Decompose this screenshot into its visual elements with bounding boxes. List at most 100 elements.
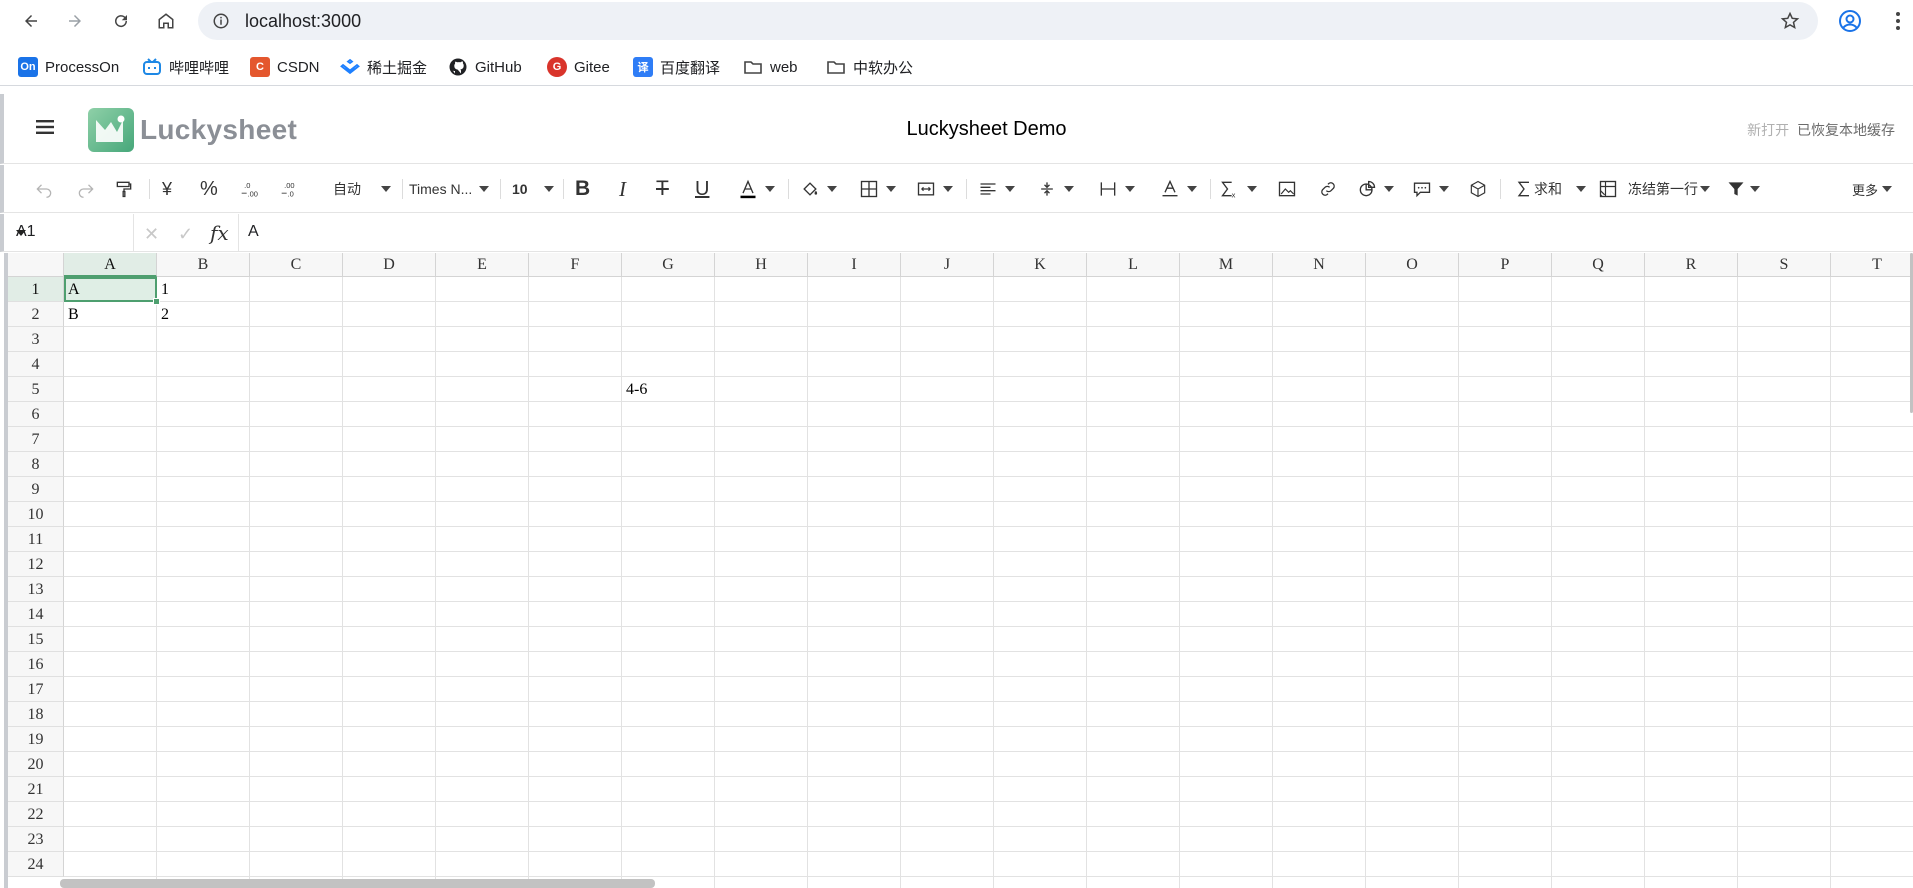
row-header-19[interactable]: 19 (8, 727, 64, 752)
row-header-11[interactable]: 11 (8, 527, 64, 552)
bookmark-folder-web[interactable]: web (743, 56, 798, 78)
row-header-8[interactable]: 8 (8, 452, 64, 477)
select-all-corner[interactable] (8, 253, 64, 277)
column-header-a[interactable]: A (64, 253, 157, 277)
row-header-21[interactable]: 21 (8, 777, 64, 802)
text-rotate-button[interactable] (1160, 177, 1197, 201)
comment-button[interactable] (1412, 177, 1449, 201)
redo-button[interactable] (76, 177, 96, 201)
column-header-k[interactable]: K (994, 253, 1087, 277)
row-header-20[interactable]: 20 (8, 752, 64, 777)
percent-format-button[interactable]: % (200, 177, 218, 201)
more-button[interactable]: 更多 (1852, 177, 1893, 201)
bookmark-processon[interactable]: On ProcessOn (18, 56, 119, 78)
address-bar[interactable]: localhost:3000 (198, 2, 1818, 40)
row-header-16[interactable]: 16 (8, 652, 64, 677)
strikethrough-button[interactable]: T (656, 177, 669, 201)
font-size-dropdown[interactable]: 10 (512, 177, 554, 201)
cell-a2[interactable]: B (64, 302, 79, 327)
font-family-dropdown[interactable]: Times N... (409, 177, 490, 201)
row-header-5[interactable]: 5 (8, 377, 64, 402)
row-header-13[interactable]: 13 (8, 577, 64, 602)
row-header-1[interactable]: 1 (8, 277, 64, 302)
horizontal-scrollbar[interactable] (60, 879, 655, 888)
cell-b2[interactable]: 2 (157, 302, 169, 327)
cancel-edit-icon[interactable]: ✕ (144, 224, 159, 245)
row-header-4[interactable]: 4 (8, 352, 64, 377)
protection-button[interactable] (1468, 177, 1488, 201)
column-header-m[interactable]: M (1180, 253, 1273, 277)
border-button[interactable] (859, 177, 896, 201)
column-header-g[interactable]: G (622, 253, 715, 277)
row-header-2[interactable]: 2 (8, 302, 64, 327)
row-header-22[interactable]: 22 (8, 802, 64, 827)
insert-image-button[interactable] (1277, 177, 1297, 201)
cell-a1[interactable]: A (64, 277, 80, 302)
bold-button[interactable]: B (575, 177, 590, 201)
row-header-24[interactable]: 24 (8, 852, 64, 877)
column-header-s[interactable]: S (1738, 253, 1831, 277)
row-header-7[interactable]: 7 (8, 427, 64, 452)
fill-color-button[interactable] (800, 177, 837, 201)
bookmark-baidu-translate[interactable]: 译 百度翻译 (633, 56, 720, 78)
column-header-i[interactable]: I (808, 253, 901, 277)
row-header-3[interactable]: 3 (8, 327, 64, 352)
bookmark-star-icon[interactable] (1780, 11, 1800, 31)
column-header-t[interactable]: T (1831, 253, 1913, 277)
column-header-r[interactable]: R (1645, 253, 1738, 277)
column-header-b[interactable]: B (157, 253, 250, 277)
name-box[interactable]: A1 (8, 214, 134, 251)
browser-menu-icon[interactable] (1888, 9, 1908, 33)
format-painter-button[interactable] (114, 177, 134, 201)
row-header-15[interactable]: 15 (8, 627, 64, 652)
column-header-f[interactable]: F (529, 253, 622, 277)
row-header-10[interactable]: 10 (8, 502, 64, 527)
forward-button[interactable] (62, 8, 88, 34)
function-button[interactable]: x (1220, 177, 1257, 201)
horizontal-align-button[interactable] (978, 177, 1015, 201)
row-header-17[interactable]: 17 (8, 677, 64, 702)
row-header-14[interactable]: 14 (8, 602, 64, 627)
column-header-n[interactable]: N (1273, 253, 1366, 277)
undo-button[interactable] (34, 177, 54, 201)
profile-icon[interactable] (1838, 9, 1862, 33)
formula-input[interactable]: A (248, 223, 259, 241)
italic-button[interactable]: I (619, 177, 626, 201)
freeze-button[interactable]: 冻结第一行 (1598, 177, 1710, 201)
document-title[interactable]: Luckysheet Demo (4, 118, 1913, 141)
column-header-h[interactable]: H (715, 253, 808, 277)
bookmark-gitee[interactable]: G Gitee (547, 56, 610, 78)
filter-button[interactable] (1726, 177, 1760, 201)
confirm-edit-icon[interactable]: ✓ (178, 224, 193, 245)
home-button[interactable] (153, 8, 179, 34)
bookmark-github[interactable]: GitHub (448, 56, 522, 78)
url-text[interactable]: localhost:3000 (245, 11, 361, 32)
cell-b1[interactable]: 1 (157, 277, 169, 302)
info-icon[interactable] (212, 12, 230, 30)
row-header-18[interactable]: 18 (8, 702, 64, 727)
vertical-align-button[interactable] (1037, 177, 1074, 201)
text-wrap-button[interactable] (1098, 177, 1135, 201)
currency-format-button[interactable]: ¥ (162, 177, 172, 201)
reload-button[interactable] (108, 8, 134, 34)
back-button[interactable] (18, 8, 44, 34)
column-header-p[interactable]: P (1459, 253, 1552, 277)
merge-cells-button[interactable] (916, 177, 953, 201)
number-format-dropdown[interactable]: 自动 (333, 177, 391, 201)
chart-button[interactable] (1357, 177, 1394, 201)
row-header-12[interactable]: 12 (8, 552, 64, 577)
row-header-9[interactable]: 9 (8, 477, 64, 502)
column-header-j[interactable]: J (901, 253, 994, 277)
underline-button[interactable]: U (695, 177, 709, 201)
bookmark-folder-office[interactable]: 中软办公 (826, 56, 913, 78)
cell-g5[interactable]: 4-6 (622, 377, 647, 402)
sum-button[interactable]: 求和 (1514, 177, 1586, 201)
bookmark-csdn[interactable]: C CSDN (250, 56, 320, 78)
insert-link-button[interactable] (1318, 177, 1338, 201)
row-header-6[interactable]: 6 (8, 402, 64, 427)
cell-area[interactable]: A 1 B 2 4-6 (64, 277, 1913, 888)
column-header-d[interactable]: D (343, 253, 436, 277)
row-header-23[interactable]: 23 (8, 827, 64, 852)
column-header-l[interactable]: L (1087, 253, 1180, 277)
column-header-q[interactable]: Q (1552, 253, 1645, 277)
